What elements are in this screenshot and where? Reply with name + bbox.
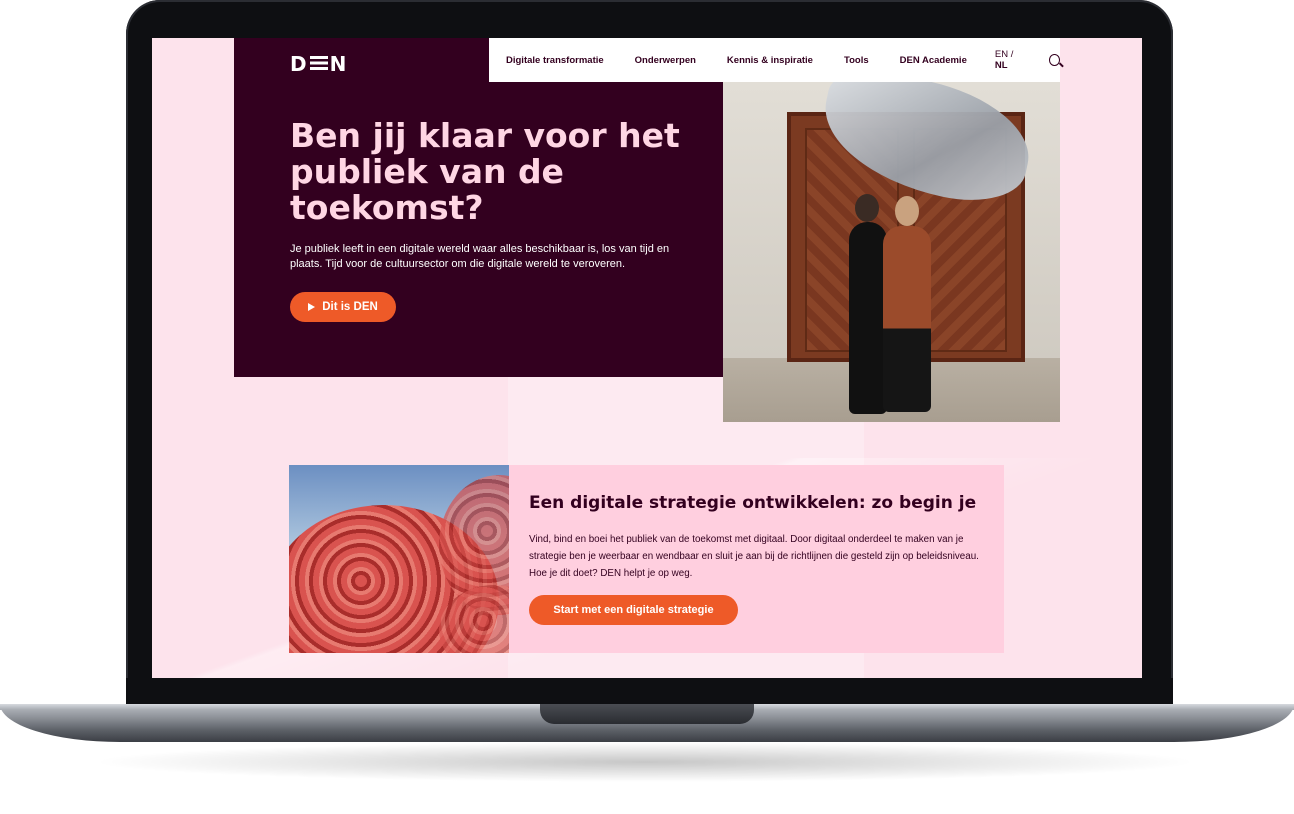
lang-nl-link[interactable]: NL [995,60,1008,71]
den-logo[interactable]: DN [290,52,347,76]
language-switcher: EN / NL [995,49,1024,71]
photo-person [883,196,931,412]
laptop-bezel-bottom [126,678,1173,704]
feature-image [289,465,509,653]
feature-text: Vind, bind en boei het publiek van de to… [529,534,979,579]
photo-person-head [895,196,919,226]
nav-item-digitale-transformatie[interactable]: Digitale transformatie [506,55,604,66]
play-video-label: Dit is DEN [322,301,378,313]
nav-item-tools[interactable]: Tools [844,55,869,66]
nav-item-kennis-inspiratie[interactable]: Kennis & inspiratie [727,55,813,66]
laptop-notch [540,704,754,724]
start-strategy-button[interactable]: Start met een digitale strategie [529,595,738,625]
photo-person-head [855,194,879,222]
search-icon[interactable] [1049,54,1060,66]
hero-title: Ben jij klaar voor het publiek van de to… [290,116,680,227]
main-nav: Digitale transformatie Onderwerpen Kenni… [489,38,1060,82]
browser-viewport: DN Ben jij klaar voor het publiek van de… [152,38,1142,678]
laptop-shadow [90,742,1200,782]
hero-text: Je publiek leeft in een digitale wereld … [290,243,670,270]
play-icon [308,303,316,311]
play-video-button[interactable]: Dit is DEN [290,292,396,322]
hero-photo [723,82,1060,422]
feature-title: Een digitale strategie ontwikkelen: zo b… [529,493,977,513]
nav-item-den-academie[interactable]: DEN Academie [900,55,967,66]
hero-section: DN Ben jij klaar voor het publiek van de… [234,38,723,377]
nav-item-onderwerpen[interactable]: Onderwerpen [635,55,696,66]
lang-en-link[interactable]: EN [995,49,1008,60]
lang-separator: / [1008,49,1014,60]
photo-person [849,194,887,414]
feature-card: Een digitale strategie ontwikkelen: zo b… [509,465,1004,653]
